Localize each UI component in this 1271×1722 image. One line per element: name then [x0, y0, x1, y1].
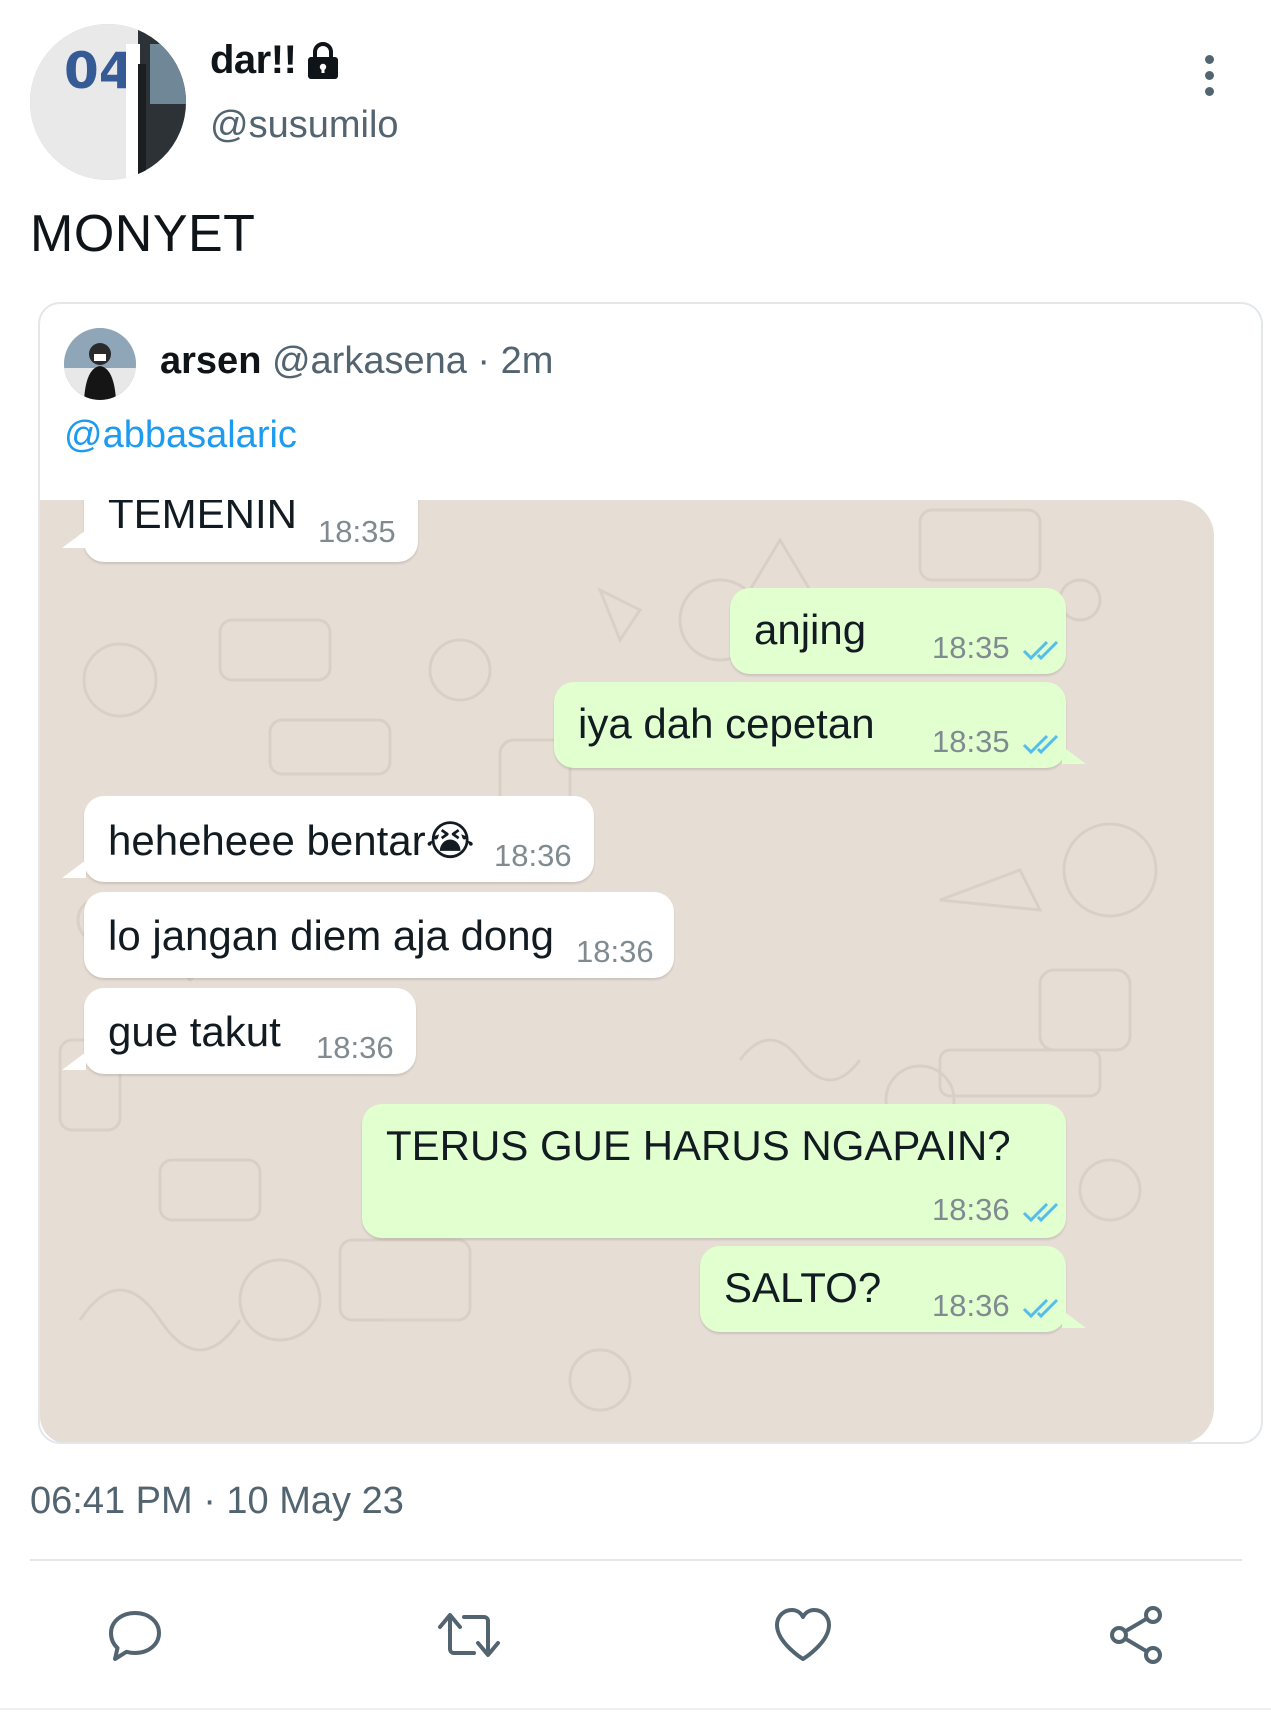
reply-button[interactable] [100, 1600, 170, 1670]
retweet-icon [438, 1613, 500, 1657]
like-button[interactable] [768, 1600, 838, 1670]
chat-screenshot-image[interactable]: TEMENIN 18:35 anjing 18:35 iya dah cepet… [40, 500, 1214, 1442]
quoted-tweet-card[interactable]: arsen @arkasena · 2m @abbasalaric TEMENI… [38, 302, 1263, 1444]
quoted-author-handle[interactable]: @arkasena [272, 340, 467, 382]
more-options-button[interactable] [1186, 50, 1232, 100]
reply-icon [109, 1611, 161, 1661]
svg-text:04: 04 [64, 42, 134, 100]
chat-message-outgoing: SALTO? 18:36 [700, 1246, 1066, 1332]
quoted-tweet-time: 2m [500, 340, 554, 382]
mention-link[interactable]: @abbasalaric [64, 414, 297, 457]
author-name-text[interactable]: dar!! [210, 38, 297, 83]
double-check-icon [1023, 640, 1059, 660]
double-check-icon [1023, 734, 1059, 754]
meta-separator: · [466, 340, 501, 382]
chat-message-outgoing: anjing 18:35 [730, 588, 1066, 674]
chat-message-incoming: lo jangan diem aja dong 18:36 [84, 892, 674, 978]
quoted-author-avatar[interactable] [64, 328, 136, 400]
share-button[interactable] [1102, 1600, 1172, 1670]
author-handle[interactable]: @susumilo [210, 104, 399, 147]
bottom-divider [0, 1708, 1271, 1710]
retweet-button[interactable] [434, 1600, 504, 1670]
double-check-icon [1023, 1202, 1059, 1222]
chat-message-incoming: TEMENIN 18:35 [84, 500, 418, 562]
chat-message-incoming: heheheee bentar😭 18:36 [84, 796, 594, 882]
chat-message-outgoing: TERUS GUE HARUS NGAPAIN? 18:36 [362, 1104, 1066, 1238]
double-check-icon [1023, 1298, 1059, 1318]
chat-message-incoming: gue takut 18:36 [84, 988, 416, 1074]
chat-message-outgoing: iya dah cepetan 18:35 [554, 682, 1066, 768]
tweet-timestamp[interactable]: 06:41 PM · 10 May 23 [30, 1480, 404, 1523]
quoted-tweet-meta: arsen @arkasena · 2m [160, 340, 553, 383]
divider [30, 1559, 1242, 1561]
quoted-author-name[interactable]: arsen [160, 340, 261, 382]
tweet-action-bar [0, 1600, 1271, 1670]
author-avatar[interactable]: 04 [30, 24, 186, 180]
heart-icon [775, 1608, 831, 1661]
share-icon [1110, 1606, 1162, 1664]
more-vertical-icon [1204, 54, 1214, 64]
lock-icon [306, 41, 340, 80]
tweet-text: MONYET [30, 205, 256, 263]
author-display-name[interactable]: dar!! [210, 38, 340, 83]
